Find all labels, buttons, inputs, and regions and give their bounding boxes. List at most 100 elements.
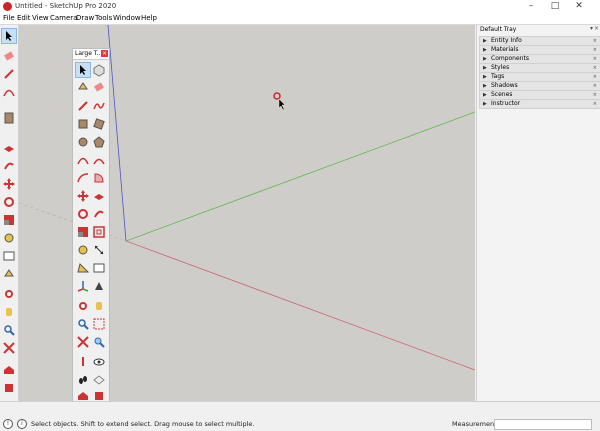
left-toolbar bbox=[0, 25, 19, 401]
lt-zoom-extents-icon[interactable] bbox=[76, 335, 90, 349]
tray-panel-label: Components bbox=[491, 55, 529, 62]
lt-polygon-icon[interactable] bbox=[92, 135, 106, 149]
rectangle-tool-icon[interactable] bbox=[2, 111, 16, 125]
menu-view[interactable]: View bbox=[32, 14, 49, 22]
lt-text-icon[interactable] bbox=[92, 261, 106, 275]
status-bar: ! i Select objects. Shift to extend sele… bbox=[0, 401, 600, 431]
measurements-label: Measurements bbox=[452, 420, 501, 428]
panel-close-icon[interactable]: × bbox=[593, 37, 597, 45]
tray-panel-label: Tags bbox=[491, 73, 505, 80]
menu-help[interactable]: Help bbox=[141, 14, 157, 22]
panel-close-icon[interactable]: × bbox=[593, 46, 597, 54]
lt-position-camera-icon[interactable] bbox=[76, 355, 90, 369]
measurements-input[interactable] bbox=[494, 419, 592, 430]
lt-make-component-icon[interactable] bbox=[92, 63, 106, 77]
follow-me-tool-icon[interactable] bbox=[2, 159, 16, 173]
lt-pie-icon[interactable] bbox=[92, 171, 106, 185]
push-pull-tool-icon[interactable] bbox=[2, 141, 16, 155]
select-tool-icon[interactable] bbox=[1, 28, 17, 44]
lt-arc-icon[interactable] bbox=[76, 153, 90, 167]
tray-panel-label: Styles bbox=[491, 64, 510, 71]
lt-select-icon[interactable] bbox=[75, 62, 91, 78]
arc-tool-icon[interactable] bbox=[2, 85, 16, 99]
large-toolset-title: Large T... bbox=[75, 50, 103, 57]
lt-dimension-icon[interactable] bbox=[92, 243, 106, 257]
tray-pin-icon[interactable]: ▾ bbox=[590, 25, 593, 32]
panel-close-icon[interactable]: × bbox=[593, 55, 597, 63]
lt-look-around-icon[interactable] bbox=[92, 355, 106, 369]
panel-close-icon[interactable]: × bbox=[593, 100, 597, 108]
lt-section-plane-icon[interactable] bbox=[92, 373, 106, 387]
rotate-tool-icon[interactable] bbox=[2, 195, 16, 209]
lt-push-pull-icon[interactable] bbox=[92, 189, 106, 203]
tray-panel-instructor[interactable]: ▶ Instructor × bbox=[479, 99, 600, 109]
lt-walk-icon[interactable] bbox=[76, 373, 90, 387]
expand-arrow-icon: ▶ bbox=[483, 83, 487, 89]
line-tool-icon[interactable] bbox=[2, 67, 16, 81]
tray-panel-label: Scenes bbox=[491, 91, 513, 98]
lt-move-icon[interactable] bbox=[76, 189, 90, 203]
menu-camera[interactable]: Camera bbox=[50, 14, 77, 22]
default-tray: Default Tray ▾ × ▶ Entity Info × ▶ Mater… bbox=[476, 25, 600, 401]
lt-3pt-arc-icon[interactable] bbox=[76, 171, 90, 185]
scale-tool-icon[interactable] bbox=[2, 213, 16, 227]
expand-arrow-icon: ▶ bbox=[483, 56, 487, 62]
close-icon[interactable]: ✕ bbox=[568, 0, 590, 13]
large-toolset-close-icon[interactable]: × bbox=[101, 50, 108, 57]
geo-location-icon[interactable]: ! bbox=[3, 419, 13, 429]
minimize-icon[interactable]: – bbox=[520, 0, 542, 13]
lt-protractor-icon[interactable] bbox=[76, 261, 90, 275]
lt-zoom-icon[interactable] bbox=[76, 317, 90, 331]
cursor-target-icon bbox=[273, 92, 281, 100]
blue-axis-line bbox=[107, 25, 127, 242]
warehouse-tool-icon[interactable] bbox=[2, 363, 16, 377]
credits-info-icon[interactable]: i bbox=[17, 419, 27, 429]
menu-edit[interactable]: Edit bbox=[17, 14, 31, 22]
lt-freehand-icon[interactable] bbox=[92, 99, 106, 113]
move-tool-icon[interactable] bbox=[2, 177, 16, 191]
paint-bucket-tool-icon[interactable] bbox=[2, 267, 16, 281]
lt-rotated-rectangle-icon[interactable] bbox=[92, 117, 106, 131]
zoom-extents-tool-icon[interactable] bbox=[2, 341, 16, 355]
menu-draw[interactable]: Draw bbox=[76, 14, 94, 22]
lt-offset-icon[interactable] bbox=[92, 225, 106, 239]
lt-axes-icon[interactable] bbox=[76, 279, 90, 293]
menu-tools[interactable]: Tools bbox=[95, 14, 112, 22]
lt-3d-text-icon[interactable] bbox=[92, 279, 106, 293]
tape-measure-tool-icon[interactable] bbox=[2, 231, 16, 245]
orbit-tool-icon[interactable] bbox=[2, 287, 16, 301]
large-toolset-window: Large T... × bbox=[72, 48, 110, 403]
panel-close-icon[interactable]: × bbox=[593, 64, 597, 72]
panel-close-icon[interactable]: × bbox=[593, 73, 597, 81]
menu-window[interactable]: Window bbox=[113, 14, 141, 22]
menu-file[interactable]: File bbox=[3, 14, 15, 22]
text-tool-icon[interactable] bbox=[2, 249, 16, 263]
lt-rectangle-icon[interactable] bbox=[76, 117, 90, 131]
lt-scale-icon[interactable] bbox=[76, 225, 90, 239]
panel-close-icon[interactable]: × bbox=[593, 82, 597, 90]
lt-follow-me-icon[interactable] bbox=[92, 207, 106, 221]
lt-orbit-icon[interactable] bbox=[76, 299, 90, 313]
tray-panel-label: Instructor bbox=[491, 100, 521, 107]
title-bar: Untitled - SketchUp Pro 2020 – □ ✕ bbox=[0, 0, 600, 13]
green-axis-line bbox=[125, 111, 475, 242]
lt-tape-measure-icon[interactable] bbox=[76, 243, 90, 257]
lt-rotate-icon[interactable] bbox=[76, 207, 90, 221]
large-toolset-header[interactable]: Large T... × bbox=[73, 49, 109, 60]
pan-tool-icon[interactable] bbox=[2, 305, 16, 319]
lt-eraser-icon[interactable] bbox=[92, 80, 106, 94]
panel-close-icon[interactable]: × bbox=[593, 91, 597, 99]
lt-line-icon[interactable] bbox=[76, 99, 90, 113]
lt-circle-icon[interactable] bbox=[76, 135, 90, 149]
maximize-icon[interactable]: □ bbox=[544, 0, 566, 13]
lt-pan-icon[interactable] bbox=[92, 299, 106, 313]
lt-paint-bucket-icon[interactable] bbox=[76, 80, 90, 94]
lt-2pt-arc-icon[interactable] bbox=[92, 153, 106, 167]
extension-warehouse-icon[interactable] bbox=[2, 381, 16, 395]
tray-close-icon[interactable]: × bbox=[594, 25, 599, 32]
zoom-tool-icon[interactable] bbox=[2, 323, 16, 337]
lt-previous-view-icon[interactable] bbox=[92, 335, 106, 349]
lt-zoom-window-icon[interactable] bbox=[92, 317, 106, 331]
expand-arrow-icon: ▶ bbox=[483, 92, 487, 98]
eraser-tool-icon[interactable] bbox=[2, 49, 16, 63]
